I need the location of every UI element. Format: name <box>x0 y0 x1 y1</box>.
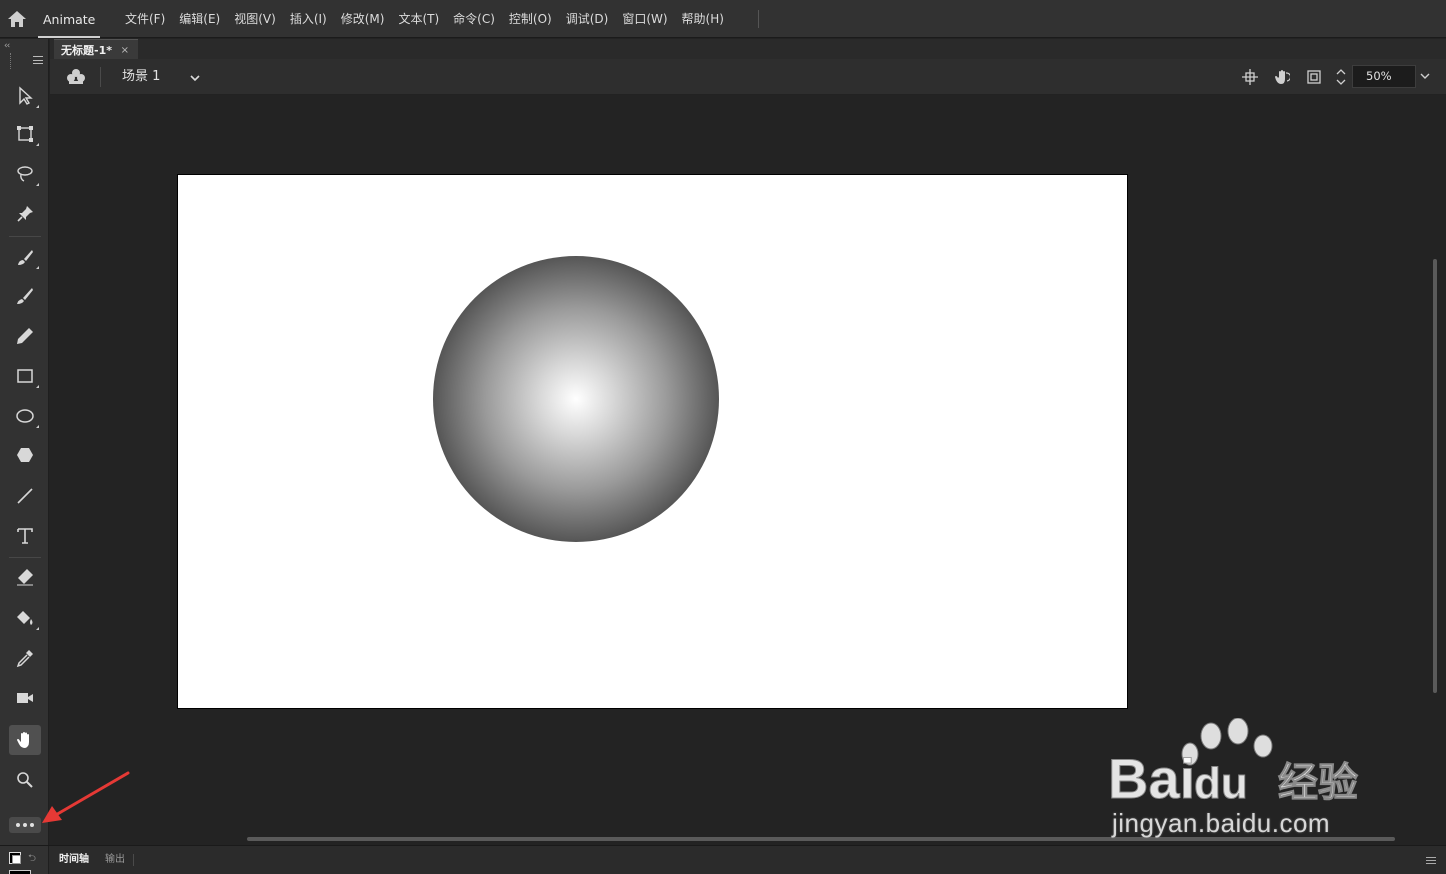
baidu-jingyan-watermark: Bai du 经验 jingyan.baidu.com <box>1108 718 1378 840</box>
tab-divider <box>133 854 134 866</box>
paint-bucket-tool[interactable] <box>9 603 41 633</box>
zoom-stepper-icon[interactable] <box>1334 65 1348 89</box>
free-transform-tool[interactable] <box>9 119 41 149</box>
camera-icon <box>17 693 33 703</box>
hand-icon <box>17 732 29 748</box>
workspace-tab-animate[interactable]: Animate <box>38 0 101 38</box>
center-stage-button[interactable] <box>1239 67 1261 87</box>
menu-control[interactable]: 控制(O) <box>502 0 559 38</box>
fill-color-swatch[interactable] <box>9 870 31 874</box>
oval-tool[interactable] <box>9 401 41 431</box>
eraser-icon <box>17 569 33 586</box>
tab-timeline[interactable]: 时间轴 <box>55 846 93 874</box>
rectangle-tool[interactable] <box>9 361 41 391</box>
main-menu: 文件(F) 编辑(E) 视图(V) 插入(I) 修改(M) 文本(T) 命令(C… <box>118 0 731 38</box>
baidu-logo-icon: Bai du 经验 <box>1108 718 1359 808</box>
pencil-tool[interactable] <box>9 321 41 351</box>
paint-brush-tool[interactable] <box>9 242 41 272</box>
zoom-tool[interactable] <box>9 765 41 795</box>
brush-tool[interactable] <box>9 281 41 311</box>
camera-tool[interactable] <box>9 683 41 713</box>
zoom-input[interactable]: 50% <box>1352 65 1416 88</box>
line-tool[interactable] <box>9 481 41 511</box>
watermark-brand: Bai <box>1108 747 1195 808</box>
pin-icon <box>17 206 33 222</box>
radial-gradient-circle[interactable] <box>433 256 719 542</box>
panel-menu-icon[interactable] <box>33 56 43 64</box>
text-tool[interactable] <box>9 521 41 551</box>
fluid-brush-icon <box>18 250 33 265</box>
chevron-down-icon[interactable] <box>1418 69 1432 83</box>
lasso-icon <box>17 166 33 182</box>
polystar-tool[interactable] <box>9 440 41 470</box>
scene-name: 场景 1 <box>122 69 161 84</box>
toolbar-divider <box>9 557 41 558</box>
annotation-arrow-icon <box>42 771 130 823</box>
menu-file[interactable]: 文件(F) <box>118 0 172 38</box>
edit-bar-divider <box>100 67 101 87</box>
bottom-panel: ⮌ 时间轴 输出 <box>0 845 1446 874</box>
scene-clapper-icon[interactable] <box>66 67 86 87</box>
free-transform-icon <box>17 126 33 142</box>
eyedropper-icon <box>16 650 33 668</box>
edit-bar: 场景 1 50% <box>50 59 1446 95</box>
brush-icon <box>17 288 33 304</box>
panel-grip[interactable] <box>10 53 12 69</box>
menu-insert[interactable]: 插入(I) <box>283 0 334 38</box>
clip-content-button[interactable] <box>1303 67 1325 87</box>
hand-rotate-icon <box>1275 70 1290 84</box>
selection-arrow-icon <box>19 86 33 105</box>
menu-modify[interactable]: 修改(M) <box>334 0 392 38</box>
pin-tool[interactable] <box>9 199 41 229</box>
swap-colors-icon[interactable]: ⮌ <box>28 851 36 868</box>
toolbar-divider <box>9 236 41 237</box>
text-icon <box>17 528 33 544</box>
crosshair-icon <box>1242 69 1258 85</box>
eraser-tool[interactable] <box>9 562 41 592</box>
line-icon <box>17 488 33 504</box>
menu-divider <box>758 10 759 28</box>
chevron-down-icon[interactable] <box>188 71 202 85</box>
menu-edit[interactable]: 编辑(E) <box>172 0 227 38</box>
menu-commands[interactable]: 命令(C) <box>446 0 502 38</box>
menu-window[interactable]: 窗口(W) <box>615 0 674 38</box>
magnifier-icon <box>17 772 33 788</box>
pencil-icon <box>17 328 33 344</box>
tools-panel: ‹‹ <box>0 39 49 845</box>
hand-tool[interactable] <box>9 725 41 755</box>
clip-frame-icon <box>1307 70 1321 84</box>
watermark-suffix: 经验 <box>1278 760 1358 806</box>
more-dot <box>23 823 27 827</box>
watermark-url: jingyan.baidu.com <box>1112 808 1331 838</box>
eyedropper-tool[interactable] <box>9 643 41 673</box>
rotate-stage-button[interactable] <box>1271 67 1293 87</box>
more-dot <box>16 823 20 827</box>
close-icon[interactable]: × <box>121 40 129 61</box>
rectangle-icon <box>17 369 33 383</box>
paint-bucket-icon <box>17 611 33 625</box>
menu-view[interactable]: 视图(V) <box>227 0 283 38</box>
default-colors-icon[interactable] <box>12 855 21 864</box>
menu-bar: Animate 文件(F) 编辑(E) 视图(V) 插入(I) 修改(M) 文本… <box>0 0 1446 38</box>
collapse-panel-icon[interactable]: ‹‹ <box>4 41 10 51</box>
tab-output[interactable]: 输出 <box>101 846 129 874</box>
menu-text[interactable]: 文本(T) <box>391 0 446 38</box>
color-controls: ⮌ <box>0 846 49 874</box>
edit-toolbar-more-button[interactable] <box>9 817 41 833</box>
menu-debug[interactable]: 调试(D) <box>559 0 616 38</box>
document-tab-bar: 无标题-1* × <box>50 39 1446 59</box>
panel-menu-icon[interactable] <box>1426 857 1436 864</box>
document-tab[interactable]: 无标题-1* × <box>54 39 138 59</box>
menu-help[interactable]: 帮助(H) <box>675 0 731 38</box>
lasso-tool[interactable] <box>9 159 41 189</box>
more-dot <box>30 823 34 827</box>
svg-text:du: du <box>1194 759 1248 808</box>
home-icon[interactable] <box>7 10 27 28</box>
stage[interactable] <box>177 174 1128 709</box>
document-tab-title: 无标题-1* <box>61 44 112 57</box>
selection-tool[interactable] <box>9 81 41 111</box>
vertical-scrollbar[interactable] <box>1433 259 1437 693</box>
oval-icon <box>16 409 34 423</box>
polygon-icon <box>17 448 33 462</box>
